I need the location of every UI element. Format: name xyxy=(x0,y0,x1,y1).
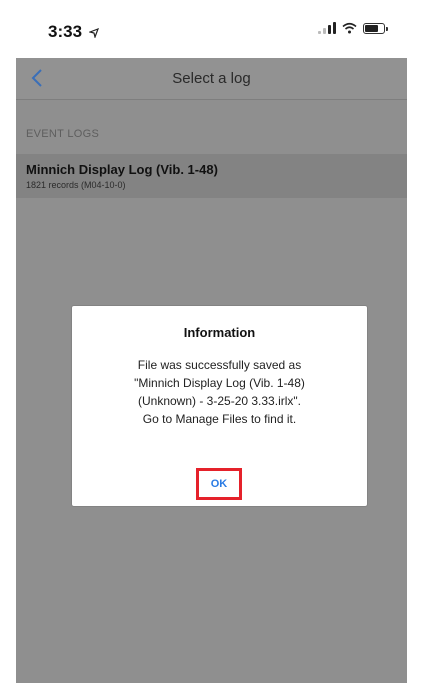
wifi-icon xyxy=(342,22,357,34)
page-title: Select a log xyxy=(172,70,251,87)
dialog-message-line: "Minnich Display Log (Vib. 1-48) xyxy=(134,376,305,390)
status-time: 3:33 xyxy=(48,22,99,42)
log-title: Minnich Display Log (Vib. 1-48) xyxy=(26,162,218,177)
dialog-message: File was successfully saved as "Minnich … xyxy=(90,356,349,428)
ok-button-label: OK xyxy=(210,478,228,490)
battery-icon xyxy=(363,22,388,34)
status-indicators xyxy=(318,22,388,34)
section-header-event-logs: EVENT LOGS xyxy=(26,128,100,140)
status-time-text: 3:33 xyxy=(48,22,83,41)
navigation-bar: Select a log xyxy=(16,58,407,100)
dialog-message-line: (Unknown) - 3-25-20 3.33.irlx". xyxy=(138,394,301,408)
log-subtitle: 1821 records (M04-10-0) xyxy=(26,180,126,190)
information-dialog: Information File was successfully saved … xyxy=(72,306,367,506)
dialog-message-line: File was successfully saved as xyxy=(137,358,302,372)
location-arrow-icon xyxy=(87,27,99,39)
ok-button[interactable]: OK xyxy=(196,468,242,500)
status-bar: 3:33 xyxy=(0,0,423,58)
dialog-message-line: Go to Manage Files to find it. xyxy=(142,412,297,426)
cellular-signal-icon xyxy=(318,22,336,34)
list-item[interactable]: Minnich Display Log (Vib. 1-48) 1821 rec… xyxy=(16,154,407,198)
dialog-title: Information xyxy=(183,325,256,340)
